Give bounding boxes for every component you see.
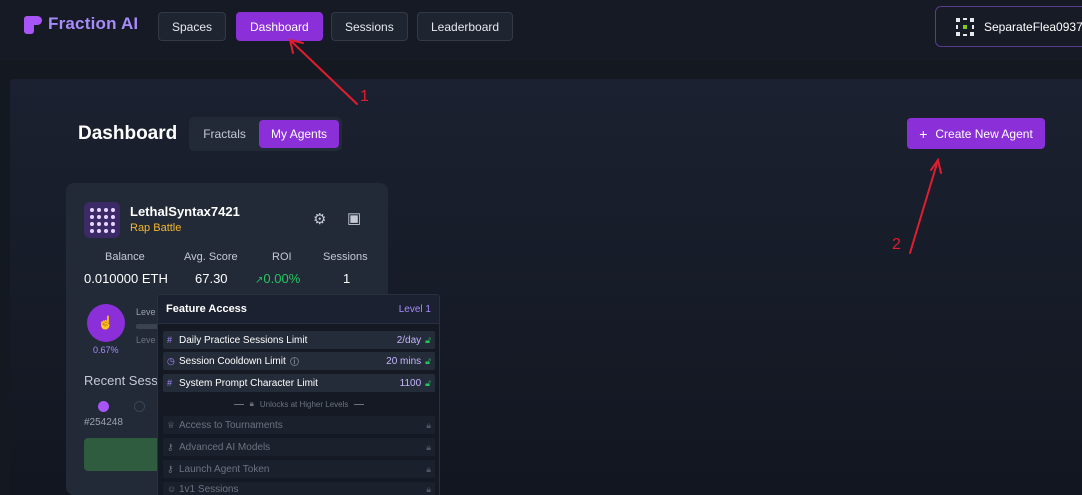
annotation-arrows: [288, 38, 942, 254]
annotation-number-2: 2: [892, 236, 901, 253]
arrow-2-shaft: [909, 159, 939, 254]
annotation-number-1: 1: [360, 88, 369, 105]
arrow-1-shaft: [289, 39, 358, 105]
